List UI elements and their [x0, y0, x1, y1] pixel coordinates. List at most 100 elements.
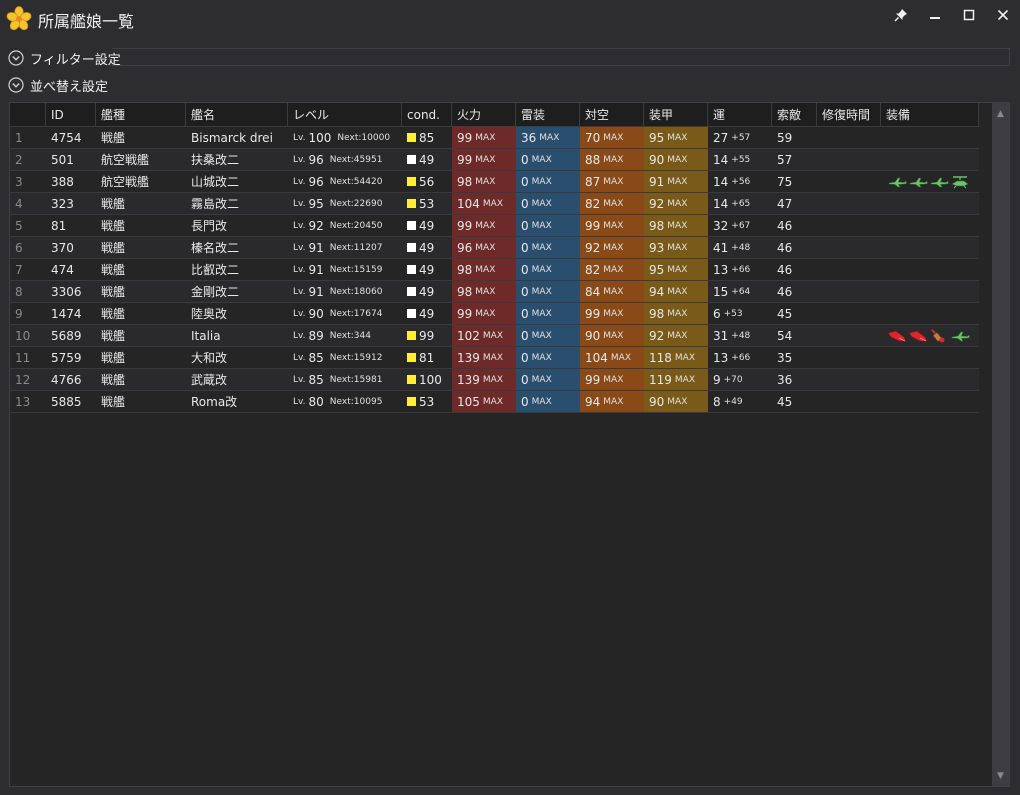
- sort-settings-toggle[interactable]: 並べ替え設定: [8, 75, 108, 95]
- cell-cond: 81: [402, 347, 452, 368]
- luck-plus: +66: [731, 352, 751, 363]
- ship-name: 武蔵改: [191, 373, 228, 387]
- cell-firepower: 99 MAX: [452, 149, 516, 170]
- cell-ship-name: 山城改二: [186, 171, 288, 192]
- green-plane-icon: [951, 331, 970, 341]
- cell-level: Lv. 96 Next:54420: [288, 171, 402, 192]
- table-row[interactable]: 11 5759 戦艦 大和改 Lv. 85 Next:15912 81 139 MAX 0 MAX 10…: [10, 347, 979, 369]
- cell-equipment: [881, 325, 979, 346]
- cell-anti-air: 82 MAX: [580, 259, 644, 280]
- cell-armor: 119 MAX: [644, 369, 708, 390]
- ship-name: 比叡改二: [191, 263, 240, 277]
- cell-id: 323: [46, 193, 96, 214]
- ship-type: 戦艦: [101, 241, 126, 255]
- table-row[interactable]: 3 388 航空戦艦 山城改二 Lv. 96 Next:54420 56 98 MAX 0 MAX 87…: [10, 171, 979, 193]
- grid-body: 1 4754 戦艦 Bismarck drei Lv. 100 Next:10000 85 99…: [10, 127, 979, 413]
- header-col-repair-time[interactable]: 修復時間: [817, 103, 881, 127]
- header-col-armor[interactable]: 装甲: [644, 103, 708, 127]
- cell-cond: 49: [402, 215, 452, 236]
- ship-name: 長門改: [191, 219, 228, 233]
- header-col-ship-name[interactable]: 艦名: [186, 103, 288, 127]
- level-prefix: Lv.: [293, 396, 306, 407]
- luck-value: 27: [713, 130, 729, 145]
- anti-air-value: 92: [585, 240, 601, 255]
- filter-settings-toggle[interactable]: フィルター設定: [8, 48, 121, 68]
- table-row[interactable]: 6 370 戦艦 榛名改二 Lv. 91 Next:11207 49 96 MAX 0 MAX 92 MA…: [10, 237, 979, 259]
- firepower-value: 139: [457, 372, 480, 387]
- max-label: MAX: [475, 132, 496, 143]
- cell-torpedo: 0 MAX: [516, 171, 580, 192]
- firepower-value: 102: [457, 328, 480, 343]
- row-number: 7: [15, 262, 23, 277]
- header-col-equipment[interactable]: 装備: [881, 103, 979, 127]
- header-col-luck[interactable]: 運: [708, 103, 772, 127]
- cell-ship-name: Bismarck drei: [186, 127, 288, 148]
- table-row[interactable]: 8 3306 戦艦 金剛改二 Lv. 91 Next:18060 49 98 MAX 0 MAX 84 M…: [10, 281, 979, 303]
- pin-button[interactable]: [886, 4, 916, 26]
- cell-anti-air: 88 MAX: [580, 149, 644, 170]
- cell-torpedo: 0 MAX: [516, 281, 580, 302]
- next-label: Next:: [337, 132, 362, 143]
- table-row[interactable]: 13 5885 戦艦 Roma改 Lv. 80 Next:10095 53 105 MAX 0 MAX…: [10, 391, 979, 413]
- header-col-id[interactable]: ID: [46, 103, 96, 127]
- next-label: Next:: [329, 330, 354, 341]
- luck-value: 41: [713, 240, 729, 255]
- cell-cond: 49: [402, 281, 452, 302]
- header-col-ship-type[interactable]: 艦種: [96, 103, 186, 127]
- luck-value: 13: [713, 350, 729, 365]
- scroll-up-icon[interactable]: ▲: [992, 105, 1009, 122]
- table-row[interactable]: 2 501 航空戦艦 扶桑改二 Lv. 96 Next:45951 49 99 MAX 0 MAX 88…: [10, 149, 979, 171]
- cond-value: 49: [419, 284, 435, 299]
- cell-index: 2: [10, 149, 46, 170]
- header-col-index[interactable]: [10, 103, 46, 127]
- red-main-gun-icon: [887, 330, 907, 341]
- minimize-button[interactable]: [920, 4, 950, 26]
- header-col-firepower[interactable]: 火力: [452, 103, 516, 127]
- cell-firepower: 139 MAX: [452, 369, 516, 390]
- cell-ship-name: 霧島改二: [186, 193, 288, 214]
- header-col-torpedo[interactable]: 雷装: [516, 103, 580, 127]
- level-prefix: Lv.: [293, 220, 306, 231]
- armor-value: 95: [649, 130, 665, 145]
- anti-air-value: 104: [585, 350, 608, 365]
- cell-id: 388: [46, 171, 96, 192]
- table-row[interactable]: 4 323 戦艦 霧島改二 Lv. 95 Next:22690 53 104 MAX 0 MAX 82 M…: [10, 193, 979, 215]
- table-row[interactable]: 12 4766 戦艦 武蔵改 Lv. 85 Next:15981 100 139 MAX 0 MAX 9…: [10, 369, 979, 391]
- max-label: MAX: [667, 242, 688, 253]
- table-row[interactable]: 5 81 戦艦 長門改 Lv. 92 Next:20450 49 99 MAX 0 MAX 99 MAX 9…: [10, 215, 979, 237]
- cell-cond: 99: [402, 325, 452, 346]
- ship-name: Bismarck drei: [191, 130, 273, 145]
- torpedo-value: 0: [521, 218, 529, 233]
- max-label: MAX: [531, 220, 552, 231]
- row-number: 1: [15, 130, 23, 145]
- ship-type: 戦艦: [101, 395, 126, 409]
- max-label: MAX: [667, 286, 688, 297]
- cell-equipment: [881, 171, 979, 192]
- max-label: MAX: [482, 352, 503, 363]
- next-exp: Next:20450: [330, 221, 383, 231]
- header-col-los[interactable]: 索敵: [772, 103, 817, 127]
- maximize-button[interactable]: [954, 4, 984, 26]
- cell-firepower: 98 MAX: [452, 281, 516, 302]
- table-row[interactable]: 10 5689 戦艦 Italia Lv. 89 Next:344 99 102 MAX 0 MAX 9…: [10, 325, 979, 347]
- ship-id: 5885: [51, 394, 82, 409]
- header-col-anti-air[interactable]: 対空: [580, 103, 644, 127]
- cell-index: 3: [10, 171, 46, 192]
- next-label: Next:: [329, 220, 354, 231]
- table-row[interactable]: 9 1474 戦艦 陸奥改 Lv. 90 Next:17674 49 99 MAX 0 MAX 99 MA…: [10, 303, 979, 325]
- table-row[interactable]: 1 4754 戦艦 Bismarck drei Lv. 100 Next:10000 85 99…: [10, 127, 979, 149]
- vertical-scrollbar[interactable]: ▲ ▼: [992, 103, 1009, 786]
- max-label: MAX: [531, 176, 552, 187]
- max-label: MAX: [531, 286, 552, 297]
- green-plane-icon: [909, 177, 928, 187]
- close-button[interactable]: [988, 4, 1018, 26]
- cell-torpedo: 0 MAX: [516, 325, 580, 346]
- cell-id: 81: [46, 215, 96, 236]
- table-row[interactable]: 7 474 戦艦 比叡改二 Lv. 91 Next:15159 49 98 MAX 0 MAX 82 MA…: [10, 259, 979, 281]
- scroll-down-icon[interactable]: ▼: [992, 767, 1009, 784]
- header-col-cond[interactable]: cond.: [402, 103, 452, 127]
- cell-firepower: 99 MAX: [452, 215, 516, 236]
- header-col-level[interactable]: レベル: [288, 103, 402, 127]
- luck-plus: +56: [731, 176, 751, 187]
- cell-index: 9: [10, 303, 46, 324]
